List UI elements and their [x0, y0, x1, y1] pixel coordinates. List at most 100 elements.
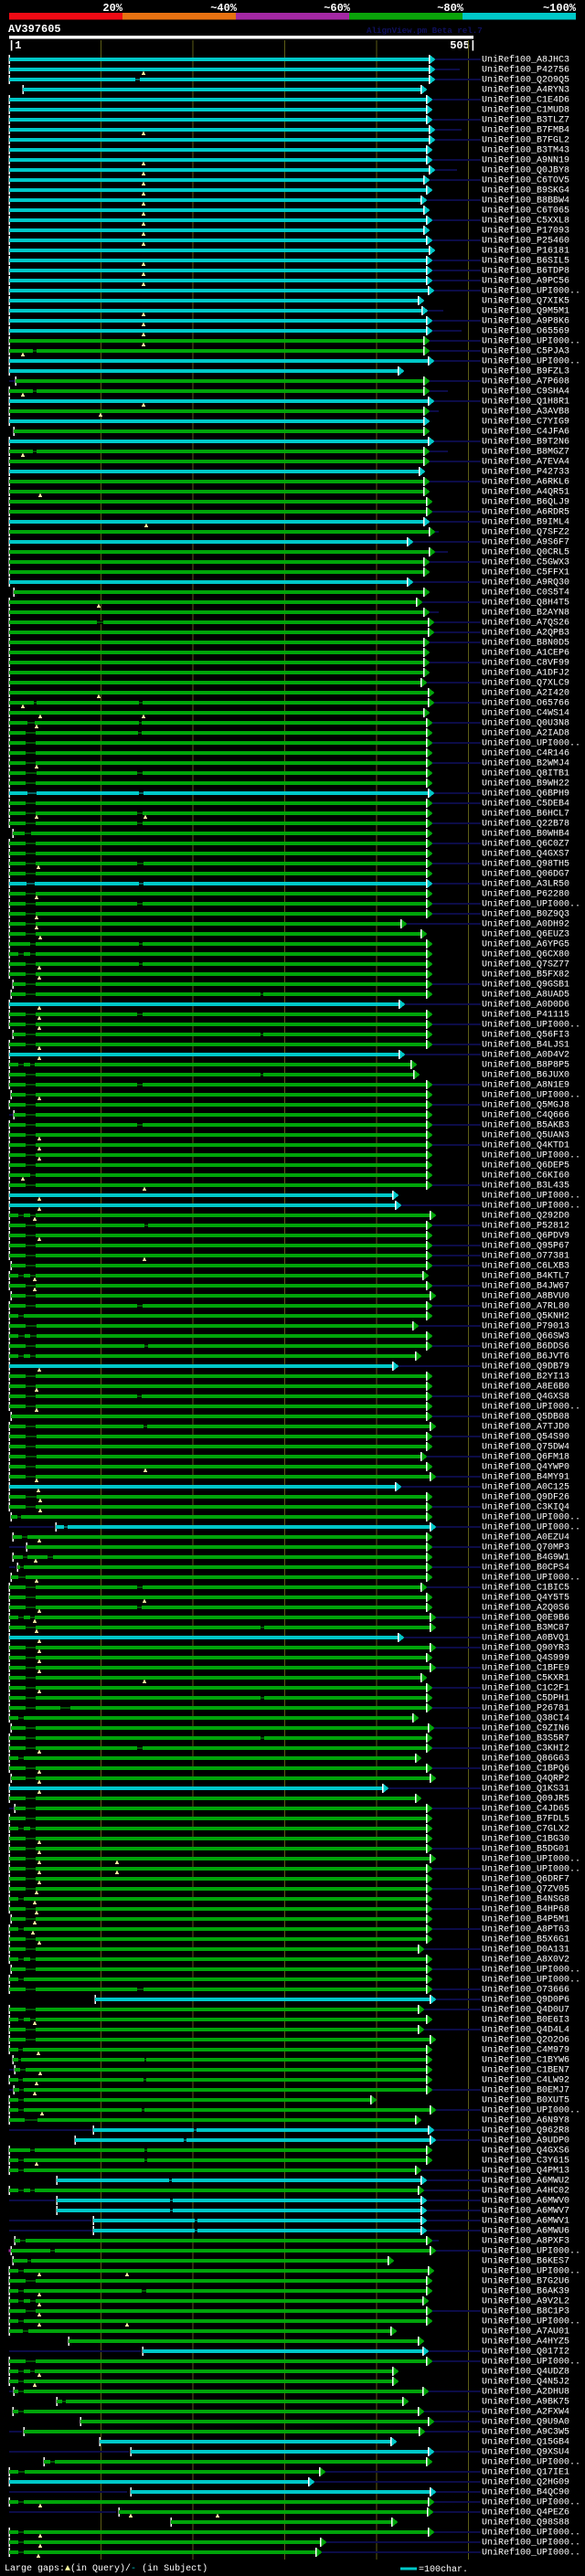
svg-text:UniRef100_B4KTL7: UniRef100_B4KTL7: [482, 1271, 569, 1282]
svg-text:UniRef100_O65766: UniRef100_O65766: [482, 698, 569, 709]
svg-text:UniRef100_A4QR51: UniRef100_A4QR51: [482, 487, 569, 498]
svg-text:UniRef100_Q6EUZ3: UniRef100_Q6EUZ3: [482, 929, 569, 940]
svg-text:UniRef100_C6TOV5: UniRef100_C6TOV5: [482, 175, 569, 186]
svg-text:UniRef100_A0EZU4: UniRef100_A0EZU4: [482, 1532, 569, 1543]
svg-text:UniRef100_A9P8K6: UniRef100_A9P8K6: [482, 316, 569, 327]
svg-text:UniRef100_C4M979: UniRef100_C4M979: [482, 2045, 569, 2056]
svg-text:UniRef100_C1BFE9: UniRef100_C1BFE9: [482, 1663, 569, 1674]
svg-text:UniRef100_C9SHA4: UniRef100_C9SHA4: [482, 387, 569, 398]
svg-text:UniRef100_A8E6B0: UniRef100_A8E6B0: [482, 1382, 569, 1393]
svg-text:UniRef100_A7EVA4: UniRef100_A7EVA4: [482, 457, 569, 468]
svg-text:UniRef100_A7P608: UniRef100_A7P608: [482, 376, 569, 387]
svg-text:Large gaps:▲(in Query)/- (in S: Large gaps:▲(in Query)/- (in Subject): [5, 2563, 207, 2574]
svg-text:UniRef100_B4QC90: UniRef100_B4QC90: [482, 2487, 569, 2498]
svg-text:UniRef100_A4RYN3: UniRef100_A4RYN3: [482, 85, 569, 96]
svg-text:UniRef100_Q75DW4: UniRef100_Q75DW4: [482, 1442, 569, 1453]
svg-text:UniRef100_P42756: UniRef100_P42756: [482, 65, 569, 76]
svg-text:UniRef100_Q4YWP0: UniRef100_Q4YWP0: [482, 1462, 569, 1473]
svg-text:UniRef100_Q66SW3: UniRef100_Q66SW3: [482, 1331, 569, 1342]
svg-text:UniRef100_P26781: UniRef100_P26781: [482, 1703, 569, 1714]
svg-text:UniRef100_A2Q0S6: UniRef100_A2Q0S6: [482, 1603, 569, 1614]
svg-text:UniRef100_Q7XIK5: UniRef100_Q7XIK5: [482, 296, 569, 307]
svg-text:UniRef100_B6QLJ9: UniRef100_B6QLJ9: [482, 497, 569, 508]
svg-text:UniRef100_Q70MP3: UniRef100_Q70MP3: [482, 1542, 569, 1553]
svg-text:UniRef100_A2I420: UniRef100_A2I420: [482, 688, 569, 699]
svg-text:UniRef100_Q4GXS7: UniRef100_Q4GXS7: [482, 849, 569, 860]
svg-text:UniRef100_Q962R8: UniRef100_Q962R8: [482, 2125, 569, 2136]
svg-text:UniRef100_B8P8P5: UniRef100_B8P8P5: [482, 1060, 569, 1071]
svg-text:UniRef100_Q9M5M1: UniRef100_Q9M5M1: [482, 306, 569, 317]
svg-text:UniRef100_Q9XSU4: UniRef100_Q9XSU4: [482, 2447, 569, 2458]
svg-text:UniRef100_A6N9Y8: UniRef100_A6N9Y8: [482, 2115, 569, 2126]
svg-text:UniRef100_Q6FM18: UniRef100_Q6FM18: [482, 1452, 569, 1463]
svg-text:UniRef100_O77381: UniRef100_O77381: [482, 1251, 569, 1262]
svg-text:UniRef100_Q6DEP5: UniRef100_Q6DEP5: [482, 1161, 569, 1171]
svg-text:UniRef100_A2FXW4: UniRef100_A2FXW4: [482, 2407, 569, 2418]
svg-text:UniRef100_A3LR50: UniRef100_A3LR50: [482, 879, 569, 890]
svg-text:UniRef100_B5FX82: UniRef100_B5FX82: [482, 970, 569, 981]
svg-text:UniRef100_UPI000..: UniRef100_UPI000..: [482, 1201, 580, 1212]
svg-text:UniRef100_Q6C0Z7: UniRef100_Q6C0Z7: [482, 839, 569, 850]
svg-text:UniRef100_B9WH22: UniRef100_B9WH22: [482, 779, 569, 790]
svg-text:UniRef100_Q4Y5T5: UniRef100_Q4Y5T5: [482, 1593, 569, 1604]
svg-text:UniRef100_A3AVB8: UniRef100_A3AVB8: [482, 407, 569, 418]
svg-text:UniRef100_Q8ITB1: UniRef100_Q8ITB1: [482, 769, 569, 779]
svg-text:UniRef100_UPI000..: UniRef100_UPI000..: [482, 2528, 580, 2539]
svg-text:UniRef100_Q9D0P6: UniRef100_Q9D0P6: [482, 1995, 569, 2006]
svg-text:UniRef100_C3KIQ4: UniRef100_C3KIQ4: [482, 1502, 569, 1513]
svg-text:UniRef100_A4HYZ5: UniRef100_A4HYZ5: [482, 2337, 569, 2348]
svg-text:UniRef100_P62280: UniRef100_P62280: [482, 889, 569, 900]
svg-text:UniRef100_Q7SFZ2: UniRef100_Q7SFZ2: [482, 527, 569, 538]
svg-text:UniRef100_B6TDP8: UniRef100_B6TDP8: [482, 266, 569, 277]
svg-text:AV397605: AV397605: [8, 23, 61, 36]
svg-text:UniRef100_A2DHU8: UniRef100_A2DHU8: [482, 2387, 569, 2398]
svg-text:UniRef100_Q1H8R1: UniRef100_Q1H8R1: [482, 397, 569, 408]
svg-text:UniRef100_B8C1P3: UniRef100_B8C1P3: [482, 2306, 569, 2317]
svg-text:UniRef100_C1BPQ6: UniRef100_C1BPQ6: [482, 1764, 569, 1775]
svg-text:UniRef100_C4R146: UniRef100_C4R146: [482, 748, 569, 759]
svg-text:UniRef100_C4Q666: UniRef100_C4Q666: [482, 1110, 569, 1121]
svg-text:UniRef100_Q4D4L4: UniRef100_Q4D4L4: [482, 2025, 569, 2036]
svg-text:UniRef100_B0EMJ7: UniRef100_B0EMJ7: [482, 2085, 569, 2096]
svg-text:UniRef100_B5X6G1: UniRef100_B5X6G1: [482, 1935, 569, 1945]
svg-text:|1: |1: [8, 39, 21, 52]
svg-text:UniRef100_UPI000..: UniRef100_UPI000..: [482, 2266, 580, 2277]
svg-text:UniRef100_UPI000..: UniRef100_UPI000..: [482, 2246, 580, 2257]
svg-text:UniRef100_B8BBW4: UniRef100_B8BBW4: [482, 196, 569, 207]
svg-text:UniRef100_UPI000..: UniRef100_UPI000..: [482, 356, 580, 367]
svg-text:UniRef100_UPI000..: UniRef100_UPI000..: [482, 1402, 580, 1413]
svg-text:UniRef100_B0E6I3: UniRef100_B0E6I3: [482, 2015, 569, 2026]
svg-text:UniRef100_A6RKL6: UniRef100_A6RKL6: [482, 477, 569, 488]
svg-text:UniRef100_B0CPS4: UniRef100_B0CPS4: [482, 1563, 569, 1574]
svg-text:UniRef100_A1DFJ2: UniRef100_A1DFJ2: [482, 668, 569, 679]
svg-text:UniRef100_Q22B78: UniRef100_Q22B78: [482, 819, 569, 830]
svg-text:UniRef100_UPI000..: UniRef100_UPI000..: [482, 1975, 580, 1986]
svg-text:UniRef100_Q7ZV05: UniRef100_Q7ZV05: [482, 1884, 569, 1895]
svg-text:UniRef100_O65569: UniRef100_O65569: [482, 326, 569, 337]
svg-text:AlignView.pm Beta rel.7: AlignView.pm Beta rel.7: [367, 26, 483, 36]
svg-text:UniRef100_Q8H4T5: UniRef100_Q8H4T5: [482, 598, 569, 609]
svg-text:UniRef100_A8PXF3: UniRef100_A8PXF3: [482, 2236, 569, 2247]
svg-text:UniRef100_Q15GB4: UniRef100_Q15GB4: [482, 2437, 569, 2448]
svg-text:UniRef100_Q7SZ77: UniRef100_Q7SZ77: [482, 959, 569, 970]
svg-text:UniRef100_UPI000..: UniRef100_UPI000..: [482, 2316, 580, 2327]
svg-text:UniRef100_Q4PM13: UniRef100_Q4PM13: [482, 2166, 569, 2177]
svg-text:UniRef100_A6RDR5: UniRef100_A6RDR5: [482, 507, 569, 518]
svg-text:UniRef100_UPI000..: UniRef100_UPI000..: [482, 2548, 580, 2559]
svg-text:UniRef100_Q4GXS6: UniRef100_Q4GXS6: [482, 2146, 569, 2157]
svg-text:UniRef100_Q4N5J2: UniRef100_Q4N5J2: [482, 2377, 569, 2388]
svg-text:UniRef100_B4LJS1: UniRef100_B4LJS1: [482, 1040, 569, 1051]
svg-text:~60%: ~60%: [324, 2, 351, 15]
svg-text:UniRef100_C6LXB3: UniRef100_C6LXB3: [482, 1261, 569, 1272]
svg-text:UniRef100_A8BVU0: UniRef100_A8BVU0: [482, 1291, 569, 1302]
svg-text:UniRef100_B3MC87: UniRef100_B3MC87: [482, 1623, 569, 1634]
svg-text:UniRef100_A9S6F7: UniRef100_A9S6F7: [482, 537, 569, 548]
svg-text:UniRef100_B9SKG4: UniRef100_B9SKG4: [482, 186, 569, 196]
svg-text:=100char.: =100char.: [419, 2564, 468, 2575]
svg-text:UniRef100_Q38CI4: UniRef100_Q38CI4: [482, 1713, 569, 1724]
svg-text:UniRef100_C5FFX1: UniRef100_C5FFX1: [482, 567, 569, 578]
svg-text:UniRef100_Q86G63: UniRef100_Q86G63: [482, 1754, 569, 1765]
svg-text:UniRef100_Q6PDV9: UniRef100_Q6PDV9: [482, 1231, 569, 1242]
svg-text:UniRef100_Q17IE1: UniRef100_Q17IE1: [482, 2467, 569, 2478]
svg-text:UniRef100_B4MY91: UniRef100_B4MY91: [482, 1472, 569, 1483]
